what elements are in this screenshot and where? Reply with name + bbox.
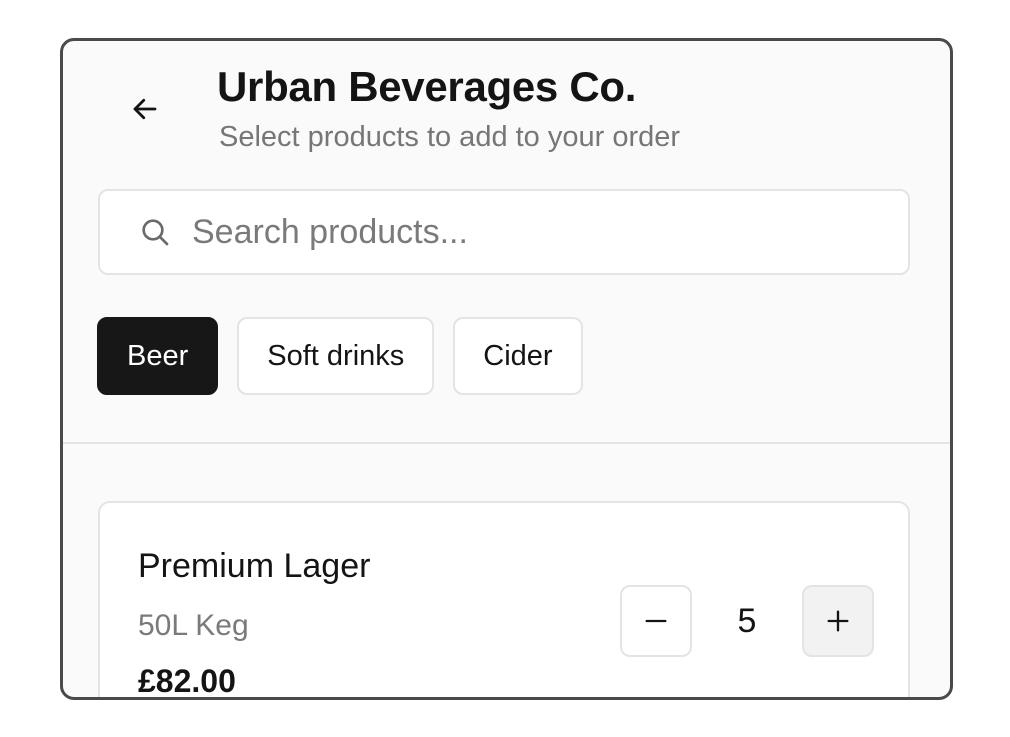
product-name: Premium Lager xyxy=(138,547,371,585)
quantity-stepper: 5 xyxy=(620,585,874,657)
back-button[interactable] xyxy=(127,91,163,127)
page-subtitle: Select products to add to your order xyxy=(219,121,681,153)
plus-icon xyxy=(827,610,849,632)
search-icon xyxy=(138,215,172,249)
category-tabs: Beer Soft drinks Cider xyxy=(97,317,583,395)
decrease-quantity-button[interactable] xyxy=(620,585,692,657)
tab-beer[interactable]: Beer xyxy=(97,317,219,395)
tab-soft-drinks[interactable]: Soft drinks xyxy=(237,317,435,395)
tab-cider[interactable]: Cider xyxy=(453,317,583,395)
search-box[interactable] xyxy=(98,189,910,275)
page-title: Urban Beverages Co. xyxy=(217,63,637,110)
section-divider xyxy=(63,442,950,444)
product-size: 50L Keg xyxy=(138,609,249,642)
arrow-left-icon xyxy=(133,98,157,120)
search-input[interactable] xyxy=(190,211,834,253)
product-price: £82.00 xyxy=(138,663,236,699)
minus-icon xyxy=(645,619,667,623)
app-window: Urban Beverages Co. Select products to a… xyxy=(60,38,953,700)
increase-quantity-button[interactable] xyxy=(802,585,874,657)
quantity-value: 5 xyxy=(737,601,757,640)
product-card: Premium Lager 50L Keg £82.00 5 xyxy=(98,501,910,699)
